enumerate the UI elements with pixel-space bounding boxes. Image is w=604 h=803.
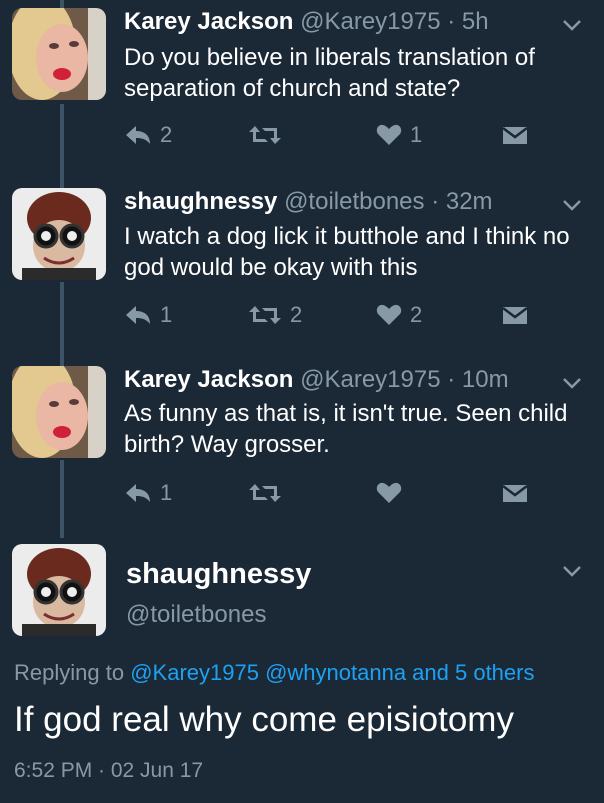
tweet-header: Karey Jackson @Karey1975 · 10m (124, 366, 509, 394)
avatar-shaughnessy[interactable] (12, 544, 106, 636)
heart-icon (376, 482, 402, 503)
like-button[interactable]: 2 (376, 300, 422, 330)
goggles-helmet-avatar-icon (12, 544, 106, 636)
reply-button[interactable]: 1 (124, 300, 172, 330)
separator-dot: · (447, 8, 456, 35)
thread-line (60, 460, 64, 538)
tweet-actions: 1 2 2 (124, 300, 584, 330)
tweet-header: shaughnessy @toiletbones · 32m (124, 188, 493, 216)
like-button[interactable]: 1 (376, 120, 422, 150)
avatar-karey[interactable] (12, 366, 106, 458)
tweet-actions: 1 (124, 478, 584, 508)
reply-button[interactable]: 2 (124, 120, 172, 150)
avatar-karey[interactable] (12, 8, 106, 100)
woman-lips-avatar-icon (12, 8, 106, 100)
display-name[interactable]: Karey Jackson (124, 8, 293, 35)
dm-button[interactable] (502, 478, 528, 508)
like-count: 2 (410, 302, 423, 327)
reply-count: 1 (160, 302, 173, 327)
separator-dot: · (447, 366, 456, 393)
chevron-down-icon[interactable] (562, 198, 582, 212)
tweet-actions: 2 1 (124, 120, 584, 150)
envelope-icon (502, 127, 528, 144)
like-count: 1 (410, 122, 423, 147)
separator-dot: · (431, 188, 440, 215)
envelope-icon (502, 307, 528, 324)
mention-link[interactable]: @Karey1975 (130, 660, 259, 685)
retweet-icon (249, 126, 281, 144)
retweet-button[interactable] (248, 120, 290, 150)
reply-count: 1 (160, 480, 173, 505)
retweet-icon (249, 484, 281, 502)
chevron-down-icon[interactable] (562, 376, 582, 390)
reply-icon (126, 306, 150, 324)
chevron-down-icon[interactable] (562, 18, 582, 32)
retweet-button[interactable]: 2 (248, 300, 302, 330)
retweet-icon (249, 306, 281, 324)
reply-button[interactable]: 1 (124, 478, 172, 508)
reply-count: 2 (160, 122, 173, 147)
tweet-text: I watch a dog lick it butthole and I thi… (124, 223, 570, 281)
retweet-count: 2 (290, 302, 303, 327)
dm-button[interactable] (502, 300, 528, 330)
tweet-header: Karey Jackson @Karey1975 · 5h (124, 8, 489, 36)
main-display-name[interactable]: shaughnessy (126, 558, 311, 591)
tweet-text: As funny as that is, it isn't true. Seen… (124, 400, 568, 458)
woman-lips-avatar-icon (12, 366, 106, 458)
thread-line (60, 0, 64, 8)
main-tweet-text: If god real why come episiotomy (14, 700, 514, 739)
tweet-time[interactable]: 10m (462, 366, 509, 393)
avatar-shaughnessy[interactable] (12, 188, 106, 280)
replying-to-label: Replying to (14, 660, 125, 685)
heart-icon (376, 304, 402, 325)
like-button[interactable] (376, 478, 410, 508)
thread-line (60, 104, 64, 188)
main-tweet-timestamp: 6:52 PM · 02 Jun 17 (14, 759, 204, 782)
user-handle[interactable]: @Karey1975 (300, 366, 440, 393)
thread-line (60, 282, 64, 366)
display-name[interactable]: Karey Jackson (124, 366, 293, 393)
dm-button[interactable] (502, 120, 528, 150)
heart-icon (376, 124, 402, 145)
envelope-icon (502, 485, 528, 502)
mention-others-link[interactable]: @whynotanna and 5 others (265, 660, 534, 685)
user-handle[interactable]: @toiletbones (284, 188, 424, 215)
main-user-handle[interactable]: @toiletbones (126, 601, 266, 629)
display-name[interactable]: shaughnessy (124, 188, 277, 215)
chevron-down-icon[interactable] (562, 564, 582, 578)
reply-icon (126, 484, 150, 502)
goggles-helmet-avatar-icon (12, 188, 106, 280)
retweet-button[interactable] (248, 478, 290, 508)
tweet-time[interactable]: 5h (462, 8, 489, 35)
user-handle[interactable]: @Karey1975 (300, 8, 440, 35)
tweet-text: Do you believe in liberals translation o… (124, 44, 535, 102)
replying-to-line: Replying to @Karey1975 @whynotanna and 5… (14, 660, 534, 686)
reply-icon (126, 126, 150, 144)
tweet-time[interactable]: 32m (446, 188, 493, 215)
